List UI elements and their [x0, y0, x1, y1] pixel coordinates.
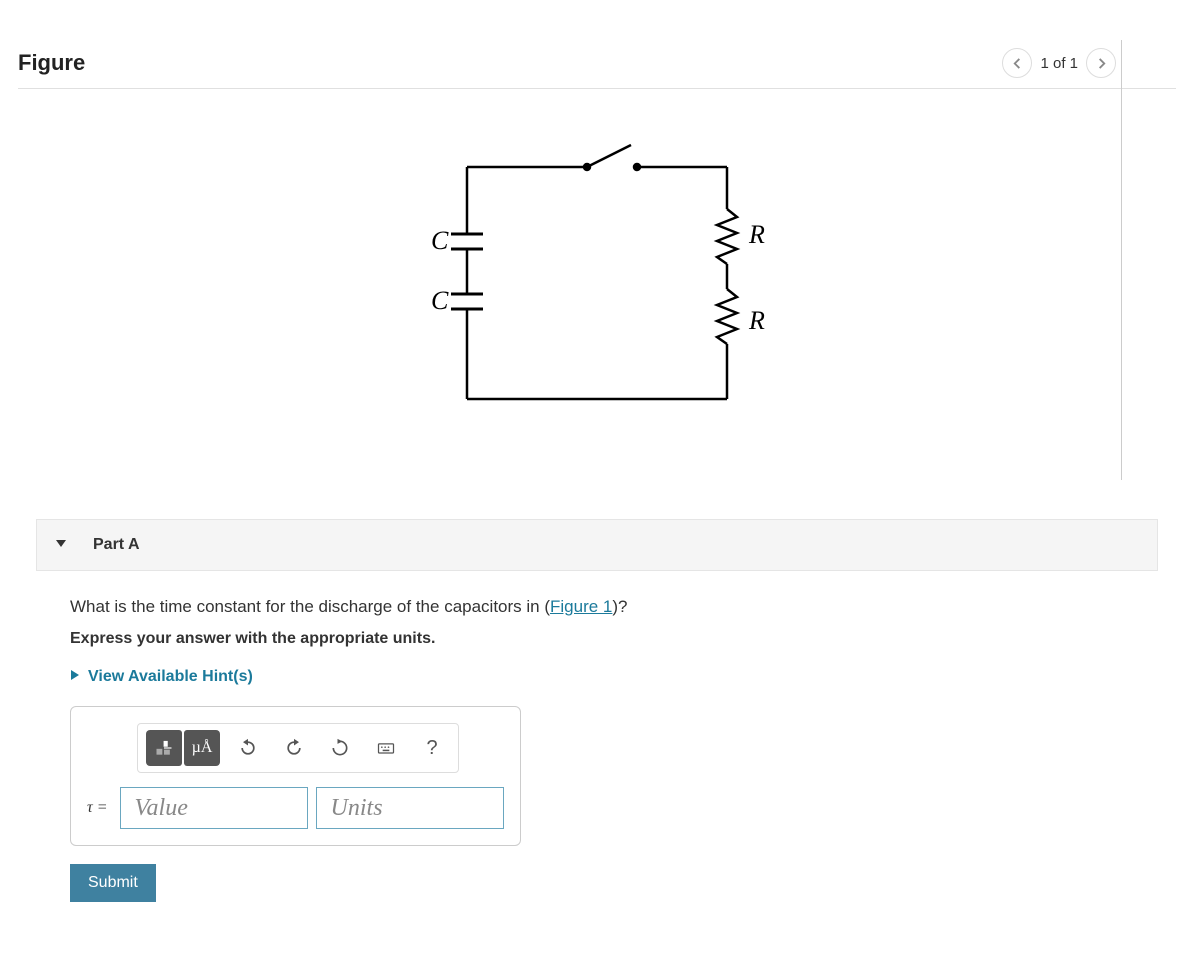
undo-button[interactable] [230, 730, 266, 766]
question-text: What is the time constant for the discha… [70, 593, 1124, 620]
answer-panel: µÅ ? [70, 706, 521, 846]
part-a-section: Part A What is the time constant for the… [36, 519, 1158, 924]
units-input[interactable]: Units [316, 787, 504, 829]
keyboard-icon [376, 738, 396, 758]
redo-button[interactable] [276, 730, 312, 766]
label-C1: C [431, 226, 449, 255]
answer-input-row: τ = Value Units [87, 787, 504, 829]
question-pre: What is the time constant for the discha… [70, 597, 550, 616]
part-a-header[interactable]: Part A [36, 519, 1158, 571]
caret-down-icon [55, 536, 67, 554]
value-input[interactable]: Value [120, 787, 308, 829]
special-chars-button[interactable]: µÅ [184, 730, 220, 766]
mu-angstrom-icon: µÅ [192, 739, 213, 757]
circuit-diagram: C C R R [18, 89, 1176, 489]
part-a-title: Part A [93, 536, 140, 554]
figure-pager: 1 of 1 [1002, 48, 1116, 78]
fraction-template-icon [154, 738, 174, 758]
template-button[interactable] [146, 730, 182, 766]
lhs-label: τ = [87, 799, 108, 817]
equation-toolbar: µÅ ? [137, 723, 459, 773]
reset-icon [330, 738, 350, 758]
chevron-right-icon [1096, 58, 1107, 69]
pager-next-button[interactable] [1086, 48, 1116, 78]
help-button[interactable]: ? [414, 730, 450, 766]
pager-label: 1 of 1 [1040, 55, 1078, 72]
caret-right-icon [70, 668, 80, 686]
redo-icon [284, 738, 304, 758]
chevron-left-icon [1012, 58, 1023, 69]
figure-link[interactable]: Figure 1 [550, 597, 612, 616]
answer-instruction: Express your answer with the appropriate… [70, 630, 1124, 648]
label-C2: C [431, 286, 449, 315]
label-R1: R [748, 220, 765, 249]
undo-icon [238, 738, 258, 758]
question-post: )? [612, 597, 627, 616]
part-a-body: What is the time constant for the discha… [36, 571, 1158, 924]
hints-label: View Available Hint(s) [88, 668, 253, 686]
question-mark-icon: ? [426, 737, 437, 760]
view-hints-toggle[interactable]: View Available Hint(s) [70, 668, 1124, 686]
keyboard-button[interactable] [368, 730, 404, 766]
pager-prev-button[interactable] [1002, 48, 1032, 78]
vertical-divider [1121, 40, 1122, 480]
figure-header: Figure 1 of 1 [18, 48, 1176, 89]
reset-button[interactable] [322, 730, 358, 766]
label-R2: R [748, 306, 765, 335]
units-placeholder: Units [331, 795, 383, 822]
figure-title: Figure [18, 50, 85, 76]
submit-button[interactable]: Submit [70, 864, 156, 902]
value-placeholder: Value [135, 795, 188, 822]
